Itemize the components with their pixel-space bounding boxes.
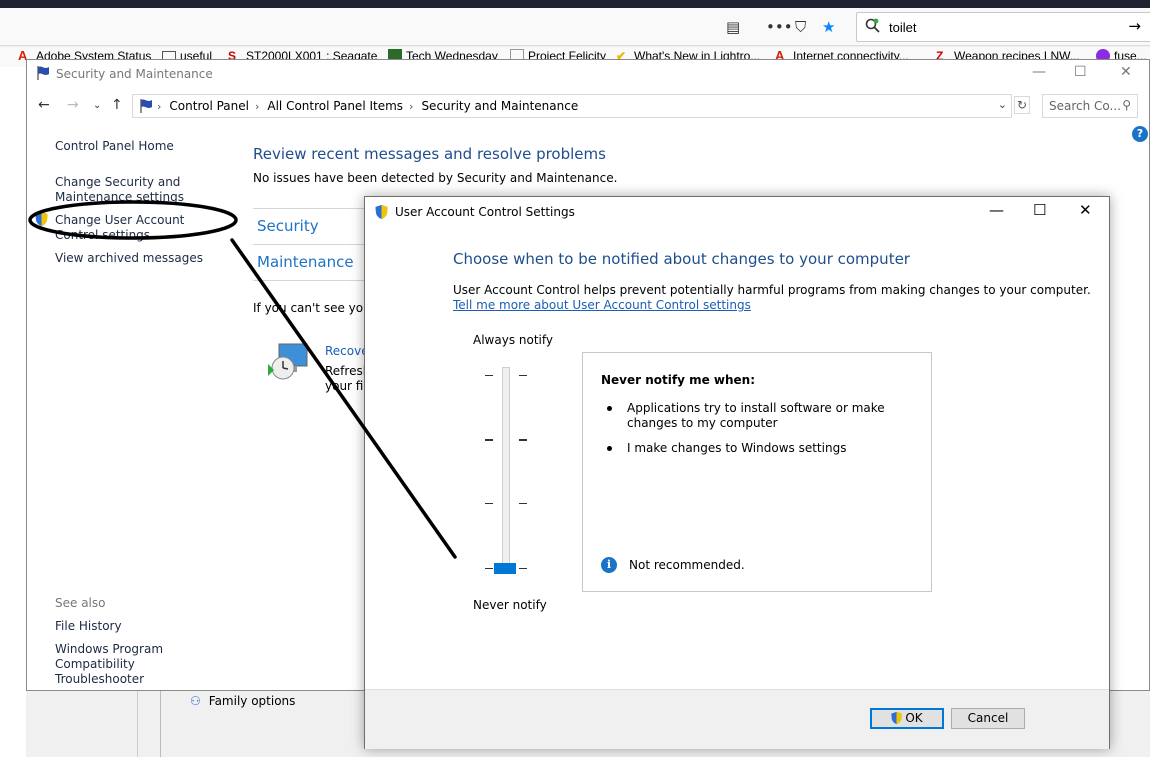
- title-bar[interactable]: Security and Maintenance — ☐ ✕: [27, 60, 1149, 90]
- breadcrumb-all-items[interactable]: All Control Panel Items: [267, 99, 403, 113]
- breadcrumb-security-maintenance[interactable]: Security and Maintenance: [421, 99, 578, 113]
- slider-tick: [485, 503, 493, 504]
- info-list-item: Applications try to install software or …: [627, 401, 885, 430]
- bullet-icon: [607, 446, 612, 451]
- search-input[interactable]: toilet: [889, 20, 916, 35]
- minimize-button[interactable]: —: [989, 201, 1004, 219]
- search-icon: ⚲: [1122, 98, 1131, 112]
- slider-tick: [519, 439, 527, 441]
- chevron-right-icon[interactable]: ›: [409, 100, 413, 113]
- section-security[interactable]: Security: [257, 217, 319, 235]
- level-description-box: Never notify me when: Applications try t…: [582, 352, 932, 592]
- recent-dropdown-icon[interactable]: ⌄: [93, 100, 101, 111]
- dialog-description: User Account Control helps prevent poten…: [453, 283, 1091, 297]
- slider-tick: [519, 375, 527, 376]
- refresh-icon[interactable]: ↻: [1014, 96, 1030, 114]
- info-icon: i: [601, 557, 617, 573]
- slider-tick: [485, 375, 493, 376]
- search-icon: [865, 18, 880, 33]
- slider-tick: [519, 568, 527, 569]
- info-list-item: I make changes to Windows settings: [627, 441, 847, 455]
- go-arrow-icon[interactable]: →: [1128, 17, 1141, 35]
- family-icon: ⚇: [190, 694, 201, 708]
- slider-tick: [519, 503, 527, 504]
- back-arrow-icon[interactable]: ←: [38, 97, 50, 113]
- page-background: [0, 67, 26, 757]
- background-panel: [160, 690, 180, 757]
- pocket-icon[interactable]: ⛉: [795, 18, 806, 36]
- slider-bottom-label: Never notify: [473, 598, 547, 612]
- chevron-right-icon[interactable]: ›: [255, 100, 259, 113]
- uac-shield-icon: [35, 212, 48, 226]
- uac-slider-thumb[interactable]: [494, 563, 516, 574]
- address-bar[interactable]: › Control Panel › All Control Panel Item…: [132, 94, 1012, 118]
- search-placeholder: Search Co...: [1049, 99, 1121, 113]
- chevron-right-icon: ›: [157, 99, 162, 113]
- learn-more-link[interactable]: Tell me more about User Account Control …: [453, 298, 751, 312]
- uac-shield-icon: [375, 205, 388, 219]
- bullet-icon: [607, 406, 612, 411]
- page-title: Review recent messages and resolve probl…: [253, 145, 606, 163]
- dialog-title: User Account Control Settings: [395, 205, 575, 219]
- flag-icon: [37, 66, 49, 80]
- warning-text: Not recommended.: [629, 558, 745, 572]
- maximize-button[interactable]: ☐: [1033, 201, 1046, 219]
- minimize-button[interactable]: —: [1032, 64, 1046, 80]
- info-heading: Never notify me when:: [601, 373, 756, 387]
- cancel-button[interactable]: Cancel: [951, 708, 1025, 729]
- browser-search-box[interactable]: toilet →: [856, 12, 1150, 42]
- breadcrumb-control-panel[interactable]: Control Panel: [169, 99, 249, 113]
- reader-view-icon[interactable]: ▤: [726, 18, 740, 36]
- ok-button[interactable]: OK: [870, 708, 944, 729]
- slider-top-label: Always notify: [473, 333, 553, 347]
- sidebar-item-change-security[interactable]: Change Security and Maintenance settings: [55, 175, 205, 205]
- browser-top-strip: [0, 0, 1150, 8]
- dialog-footer: OK Cancel: [365, 689, 1109, 749]
- see-also-heading: See also: [55, 596, 106, 610]
- sidebar-item-change-uac[interactable]: Change User Account Control settings: [55, 213, 225, 243]
- compat-troubleshooter-link[interactable]: Windows Program Compatibility Troublesho…: [55, 642, 215, 687]
- control-panel-search[interactable]: Search Co... ⚲: [1042, 94, 1138, 118]
- ok-label: OK: [905, 711, 923, 725]
- divider: [253, 208, 373, 209]
- navigation-row: ← → ⌄ ↑ › Control Panel › All Control Pa…: [27, 92, 1149, 120]
- dialog-heading: Choose when to be notified about changes…: [453, 250, 910, 268]
- close-button[interactable]: ✕: [1079, 201, 1092, 219]
- slider-tick: [485, 439, 493, 441]
- divider: [253, 244, 373, 245]
- browser-toolbar: ▤ ••• ⛉ ★ toilet →: [0, 8, 1150, 46]
- chevron-down-icon[interactable]: ⌄: [998, 98, 1007, 111]
- family-options-item[interactable]: ⚇ Family options: [190, 694, 295, 708]
- more-actions-icon[interactable]: •••: [766, 18, 793, 36]
- divider: [137, 690, 138, 757]
- window-title: Security and Maintenance: [56, 67, 213, 81]
- forward-arrow-icon[interactable]: →: [67, 97, 79, 113]
- maximize-button[interactable]: ☐: [1074, 64, 1087, 80]
- divider: [253, 280, 373, 281]
- status-text: No issues have been detected by Security…: [253, 171, 618, 185]
- close-button[interactable]: ✕: [1120, 64, 1132, 80]
- help-icon[interactable]: ?: [1132, 126, 1148, 142]
- bookmark-star-icon[interactable]: ★: [822, 18, 835, 36]
- uac-settings-dialog: User Account Control Settings — ☐ ✕ Choo…: [364, 196, 1110, 749]
- uac-slider-track[interactable]: [502, 367, 510, 574]
- sidebar-item-view-archived[interactable]: View archived messages: [55, 251, 203, 266]
- file-history-link[interactable]: File History: [55, 619, 122, 634]
- flag-icon: [140, 99, 152, 113]
- recovery-icon: [268, 343, 308, 380]
- uac-shield-icon: [891, 711, 902, 725]
- up-arrow-icon[interactable]: ↑: [111, 97, 123, 113]
- slider-tick: [485, 568, 493, 569]
- section-maintenance[interactable]: Maintenance: [257, 253, 354, 271]
- sidebar-item-home[interactable]: Control Panel Home: [55, 139, 174, 154]
